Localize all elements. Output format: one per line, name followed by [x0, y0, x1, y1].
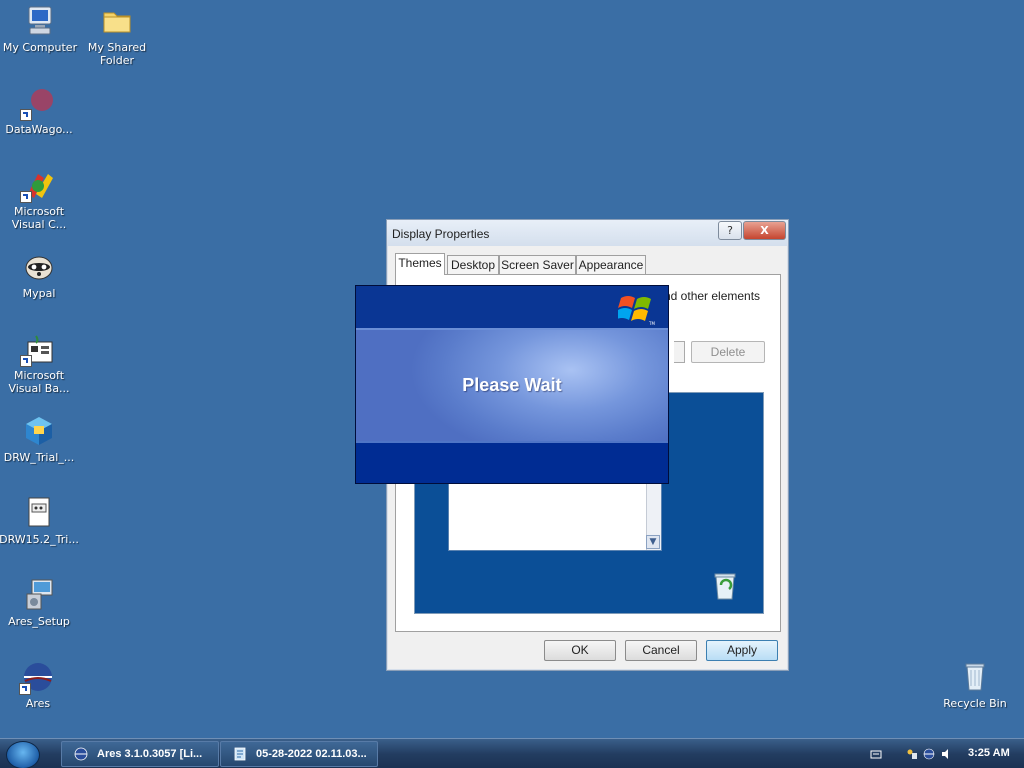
tab-themes[interactable]: Themes	[395, 253, 445, 275]
desktop-icon-label: DRW15.2_Tri...	[0, 533, 79, 546]
desktop-icon-drw-trial[interactable]: DRW_Trial_...	[0, 414, 79, 464]
recycle-bin-icon	[958, 660, 992, 694]
ares-tray-icon[interactable]	[923, 748, 935, 760]
desktop-icon-recycle-bin[interactable]: Recycle Bin	[935, 660, 1015, 710]
visual-basic-icon	[20, 332, 56, 367]
ares-icon	[74, 747, 88, 761]
preview-scrollbar: ▼	[646, 476, 661, 550]
windows-flag-icon: TM	[618, 296, 655, 326]
cancel-button[interactable]: Cancel	[625, 640, 697, 661]
close-button[interactable]: X	[743, 221, 786, 240]
mypal-icon	[22, 250, 56, 284]
desktop-icon-label: Mypal	[22, 287, 56, 300]
chevron-down-icon: ▼	[646, 535, 660, 549]
shortcut-arrow-icon	[19, 683, 31, 695]
apply-button[interactable]: Apply	[706, 640, 778, 661]
keyboard-icon[interactable]	[870, 748, 882, 760]
desktop-icon-ares[interactable]: Ares	[0, 660, 78, 710]
desktop-icon-visual-c[interactable]: Microsoft Visual C...	[0, 168, 79, 231]
desktop-icon-label: Ares_Setup	[8, 615, 70, 628]
taskbar-button-ares[interactable]: Ares 3.1.0.3057 [Li...	[61, 741, 219, 767]
folder-icon	[100, 4, 134, 38]
ok-button[interactable]: OK	[544, 640, 616, 661]
themes-description: nd other elements	[664, 289, 761, 303]
desktop-icon-label: Recycle Bin	[943, 697, 1007, 710]
recycle-bin-icon	[714, 573, 736, 600]
tab-appearance[interactable]: Appearance	[576, 255, 646, 274]
taskbar-button-label: Ares 3.1.0.3057 [Li...	[97, 748, 203, 760]
window-title: Display Properties	[392, 227, 490, 241]
desktop-icon-my-shared-folder[interactable]: My Shared Folder	[77, 4, 157, 67]
desktop-icon-label: My Computer	[2, 41, 78, 54]
clock[interactable]: 3:25 AM	[968, 747, 1010, 759]
taskbar-button-label: 05-28-2022 02.11.03...	[256, 748, 367, 760]
preview-sample-window: ▼	[448, 475, 662, 551]
desktop-icon-ares-setup[interactable]: Ares_Setup	[0, 578, 79, 628]
ares-icon	[19, 660, 55, 695]
notepad-icon	[234, 747, 246, 761]
desktop-icon-visual-basic[interactable]: Microsoft Visual Ba...	[0, 332, 79, 395]
computer-icon	[23, 4, 57, 38]
desktop-icon-label: Microsoft Visual Ba...	[8, 369, 70, 395]
please-wait-text: Please Wait	[462, 375, 562, 395]
desktop-icon-label: Microsoft Visual C...	[11, 205, 67, 231]
save-as-button[interactable]	[674, 341, 685, 363]
taskbar-button-notepad[interactable]: 05-28-2022 02.11.03...	[220, 741, 378, 767]
datawago-icon	[20, 86, 56, 121]
desktop-icon-mypal[interactable]: Mypal	[0, 250, 79, 300]
network-icon[interactable]	[906, 748, 918, 760]
title-bar[interactable]: Display Properties ? X	[387, 220, 788, 246]
desktop-icon-label: Ares	[25, 697, 51, 710]
desktop-icon-label: DataWago...	[5, 123, 73, 136]
delete-button[interactable]: Delete	[691, 341, 765, 363]
installer-icon	[22, 414, 56, 448]
tab-desktop[interactable]: Desktop	[447, 255, 499, 274]
desktop-icon-label: My Shared Folder	[87, 41, 147, 67]
splash-bottom-band	[356, 443, 668, 483]
shortcut-arrow-icon	[20, 355, 32, 367]
help-button[interactable]: ?	[718, 221, 742, 240]
shortcut-arrow-icon	[20, 109, 32, 121]
volume-icon[interactable]	[940, 748, 952, 760]
please-wait-dialog: TM Please Wait	[355, 285, 669, 484]
shortcut-arrow-icon	[20, 191, 32, 203]
setup-icon	[22, 578, 56, 612]
visual-c-icon	[20, 168, 56, 203]
desktop-icon-my-computer[interactable]: My Computer	[0, 4, 80, 54]
tab-screen-saver[interactable]: Screen Saver	[499, 255, 576, 274]
document-icon	[22, 496, 56, 530]
trademark-mark: TM	[648, 321, 655, 326]
taskbar: Ares 3.1.0.3057 [Li... 05-28-2022 02.11.…	[0, 738, 1024, 768]
desktop-icon-label: DRW_Trial_...	[3, 451, 75, 464]
start-button[interactable]	[6, 741, 40, 768]
desktop-icon-datawago[interactable]: DataWago...	[0, 86, 79, 136]
desktop-icon-drw15[interactable]: DRW15.2_Tri...	[0, 496, 79, 546]
